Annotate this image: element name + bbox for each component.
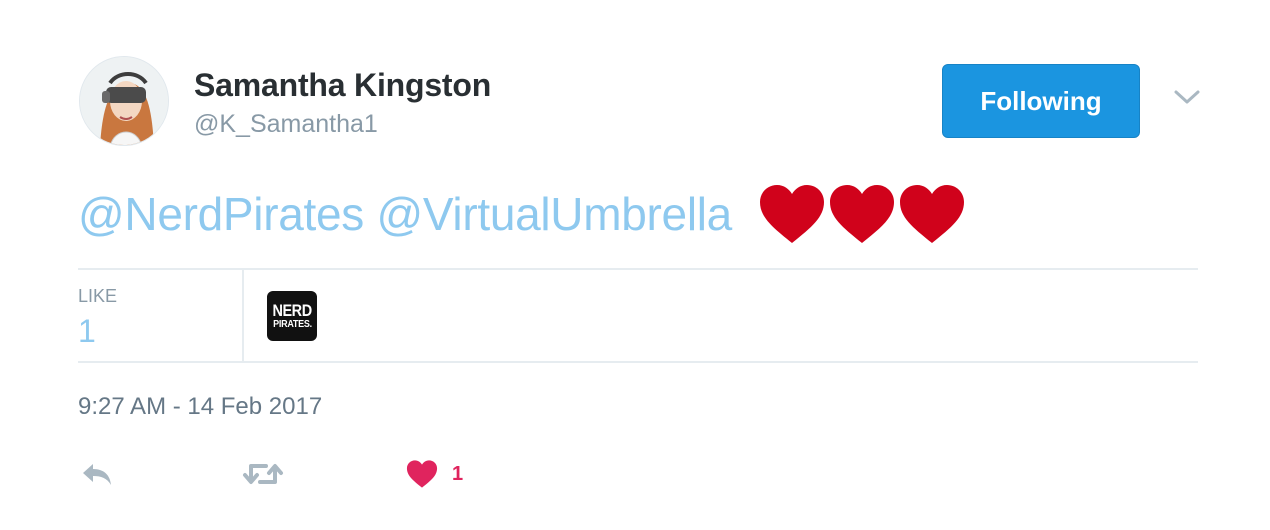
tweet-timestamp[interactable]: 9:27 AM - 14 Feb 2017 [78,393,322,421]
likes-label: LIKE [78,286,118,306]
red-heart-emoji-icon [760,184,825,243]
chevron-down-icon[interactable] [1170,86,1204,110]
author-handle[interactable]: @K_Samantha1 [194,110,378,139]
emoji-group [758,183,966,245]
liker-avatar[interactable]: NERD PIRATES. [267,291,317,341]
like-button[interactable]: 1 [406,454,463,494]
tweet-text: @NerdPirates @VirtualUmbrella [78,183,966,249]
mention-link[interactable]: @NerdPirates [78,188,364,240]
author-name[interactable]: Samantha Kingston [194,67,491,104]
reply-icon [83,464,111,485]
reply-button[interactable] [80,454,114,494]
retweet-icon [243,464,283,484]
red-heart-emoji-icon [900,184,965,243]
red-heart-emoji-icon [830,184,895,243]
liker-logo-subtext: PIRATES. [272,318,312,330]
like-count: 1 [452,462,464,485]
liker-logo-text: NERD [272,300,312,320]
retweet-button[interactable] [242,454,284,494]
avatar[interactable] [79,56,169,146]
following-button[interactable]: Following [942,64,1140,138]
divider [78,268,1198,270]
divider [78,361,1198,363]
mention-link[interactable]: @VirtualUmbrella [376,188,732,240]
heart-icon [406,460,438,488]
likes-count-link[interactable]: 1 [78,313,96,350]
divider [242,270,244,362]
